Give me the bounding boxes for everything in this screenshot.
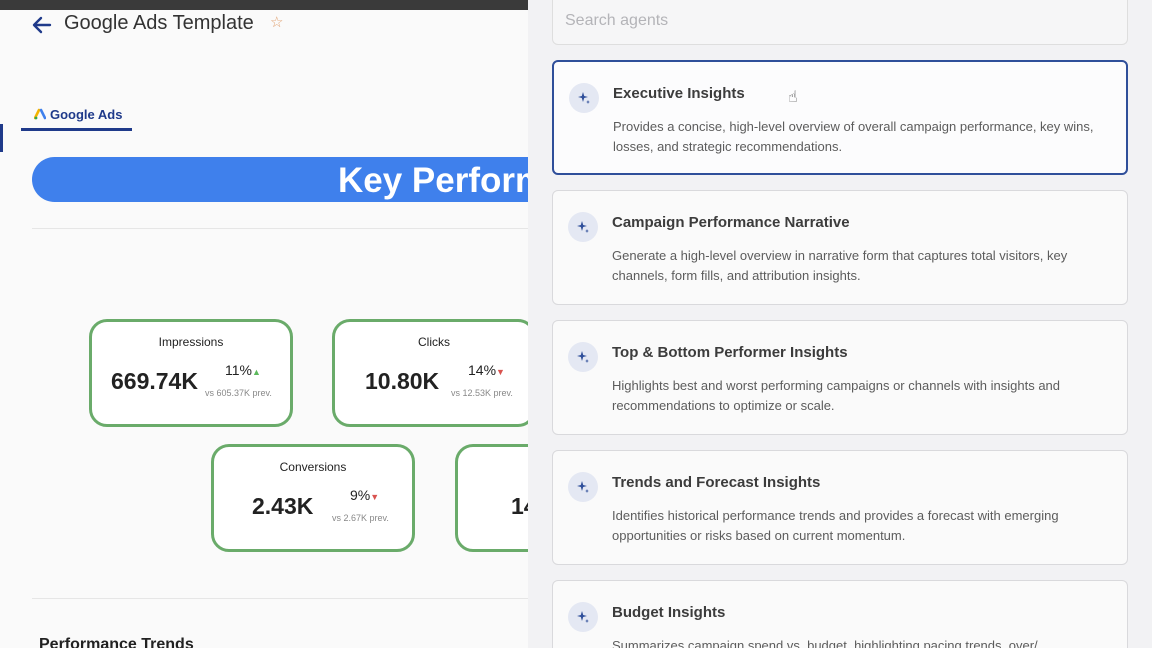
kpi-card-impressions: Impressions 669.74K 11%▲ vs 605.37K prev…	[89, 319, 293, 427]
kpi-previous: vs 605.37K prev.	[205, 388, 272, 398]
up-arrow-icon: ▲	[251, 367, 261, 377]
report-area: Google Ads Template ☆ Google Ads Key Per…	[0, 0, 528, 648]
sparkle-icon	[569, 83, 599, 113]
kpi-value: 10.80K	[365, 368, 440, 394]
tab-label: Google Ads	[50, 107, 123, 122]
kpi-card-clicks: Clicks 10.80K 14%▼ vs 12.53K prev.	[332, 319, 528, 427]
kpi-label: Clicks	[418, 335, 450, 349]
agent-description: Identifies historical performance trends…	[612, 508, 1059, 543]
report-title: Google Ads Template	[64, 12, 254, 34]
agent-card-budget-insights[interactable]: Budget Insights Summarizes campaign spen…	[552, 580, 1128, 648]
section-title: Performance Trends	[39, 636, 194, 648]
kpi-label: Conversions	[279, 460, 347, 474]
agent-card-top-bottom-performer-insights[interactable]: Top & Bottom Performer Insights Highligh…	[552, 320, 1128, 435]
kpi-label: Impressions	[158, 335, 224, 349]
tab-google-ads[interactable]: Google Ads	[21, 104, 132, 131]
sparkle-icon	[568, 602, 598, 632]
kpi-value: 2.43K	[252, 493, 314, 519]
kpi-change: 14%▼	[468, 362, 505, 378]
agent-title: Campaign Performance Narrative	[612, 214, 850, 231]
agent-card-campaign-performance-narrative[interactable]: Campaign Performance Narrative Generate …	[552, 190, 1128, 305]
agent-title: Trends and Forecast Insights	[612, 474, 821, 491]
kpi-previous: vs 2.67K prev.	[332, 513, 389, 523]
down-arrow-icon: ▼	[370, 492, 380, 502]
agent-description: Highlights best and worst performing cam…	[612, 378, 1061, 413]
divider	[32, 228, 528, 229]
banner-title: Key Performance Metrics	[338, 161, 528, 200]
agents-panel: Executive Insights ☝ Provides a concise,…	[528, 0, 1152, 648]
agent-title: Executive Insights	[613, 85, 745, 102]
down-arrow-icon: ▼	[496, 367, 505, 377]
agent-card-trends-and-forecast-insights[interactable]: Trends and Forecast Insights Identifies …	[552, 450, 1128, 565]
sparkle-icon	[568, 212, 598, 242]
kpi-change: 11%▲	[225, 362, 261, 378]
kpi-change: 9%▼	[350, 487, 380, 503]
top-bar	[0, 0, 528, 10]
agent-description: Provides a concise, high-level overview …	[613, 119, 1094, 154]
agent-title: Top & Bottom Performer Insights	[612, 344, 848, 361]
kpi-previous: vs 12.53K prev.	[451, 388, 513, 398]
divider	[32, 598, 528, 599]
agent-title: Budget Insights	[612, 604, 726, 621]
search-input[interactable]	[565, 12, 1105, 30]
agent-description: Summarizes campaign spend vs. budget, hi…	[612, 638, 1038, 648]
search-box[interactable]	[552, 0, 1128, 45]
back-arrow-icon[interactable]	[31, 14, 53, 36]
kpi-value: 669.74K	[111, 368, 198, 394]
left-edge-indicator	[0, 124, 3, 152]
kpi-card-conversions: Conversions 2.43K 9%▼ vs 2.67K prev.	[211, 444, 415, 552]
sparkle-icon	[568, 472, 598, 502]
sparkle-icon	[568, 342, 598, 372]
agent-card-executive-insights[interactable]: Executive Insights ☝ Provides a concise,…	[552, 60, 1128, 175]
google-ads-icon	[34, 108, 46, 120]
star-icon[interactable]: ☆	[270, 13, 283, 31]
agent-description: Generate a high-level overview in narrat…	[612, 248, 1068, 283]
hand-cursor-icon: ☝	[788, 89, 798, 106]
kpi-value: 14	[511, 493, 528, 519]
section-banner: Key Performance Metrics	[32, 157, 528, 202]
kpi-card-partial: 14	[455, 444, 528, 552]
